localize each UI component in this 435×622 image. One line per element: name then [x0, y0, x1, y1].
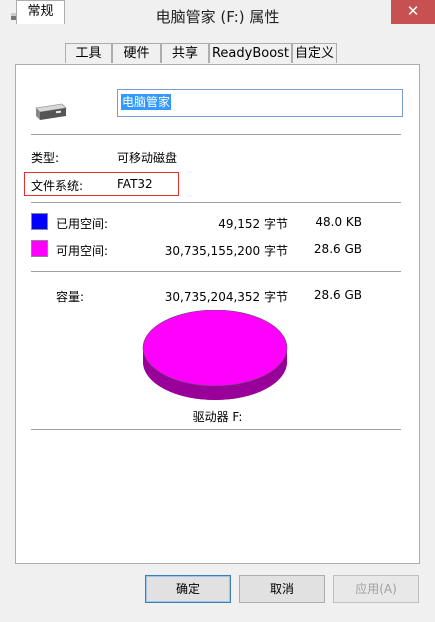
tab-customize[interactable]: 自定义 [292, 43, 337, 63]
tab-hardware[interactable]: 硬件 [112, 43, 161, 63]
capacity-size: 28.6 GB [313, 288, 362, 302]
filesystem-value: FAT32 [117, 177, 153, 191]
close-button[interactable]: ✕ [391, 0, 435, 24]
capacity-label: 容量: [56, 290, 85, 304]
separator [31, 271, 401, 272]
disk-usage-pie [142, 310, 288, 400]
window-title: 电脑管家 (F:) 属性 [155, 8, 280, 26]
separator [31, 134, 401, 135]
filesystem-label: 文件系统: [31, 179, 84, 193]
tab-sharing[interactable]: 共享 [161, 43, 209, 63]
title-bar: 电脑管家 (F:) 属性 ✕ [0, 0, 435, 32]
separator [31, 429, 401, 430]
close-icon: ✕ [406, 2, 420, 20]
type-value: 可移动磁盘 [117, 151, 178, 165]
type-label: 类型: [31, 151, 60, 165]
removable-drive-icon [35, 103, 67, 120]
cancel-button[interactable]: 取消 [239, 575, 325, 603]
tab-readyboost[interactable]: ReadyBoost [209, 43, 292, 63]
capacity-bytes: 30,735,204,352 字节 [164, 290, 288, 304]
drive-name-input[interactable]: 电脑管家 [117, 89, 403, 117]
pie-free-slice [142, 310, 288, 387]
ok-button[interactable]: 确定 [145, 575, 231, 603]
separator [31, 202, 401, 203]
used-space-swatch [31, 213, 48, 230]
used-space-size: 48.0 KB [315, 215, 362, 229]
drive-letter-label: 驱动器 F: [192, 410, 243, 424]
free-space-swatch [31, 240, 48, 257]
drive-name-value: 电脑管家 [121, 94, 172, 110]
apply-button[interactable]: 应用(A) [333, 575, 419, 603]
tab-general[interactable]: 常规 [16, 0, 65, 24]
free-space-label: 可用空间: [56, 244, 109, 258]
tab-tools[interactable]: 工具 [65, 43, 112, 63]
used-space-bytes: 49,152 字节 [218, 217, 288, 231]
used-space-label: 已用空间: [56, 217, 109, 231]
free-space-bytes: 30,735,155,200 字节 [164, 244, 288, 258]
free-space-size: 28.6 GB [313, 242, 362, 256]
